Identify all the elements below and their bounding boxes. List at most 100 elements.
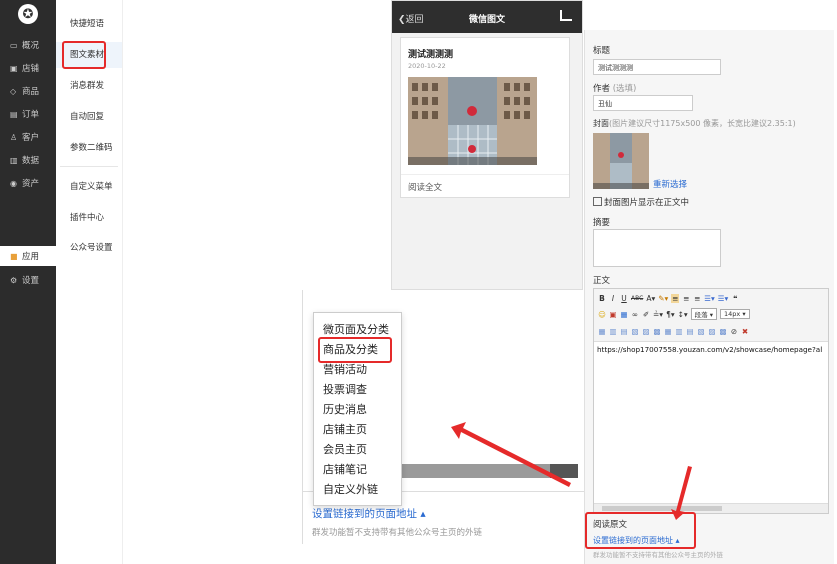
- table-icon[interactable]: ▤: [686, 327, 694, 336]
- line-height-button[interactable]: ≟▾: [653, 310, 663, 319]
- table-icon[interactable]: ▦: [664, 327, 672, 336]
- table-icon[interactable]: ▨: [708, 327, 716, 336]
- menu-item-micropage[interactable]: 微页面及分类: [323, 321, 389, 337]
- eraser-icon[interactable]: ✐: [642, 310, 650, 319]
- numbered-list-button[interactable]: ☰▾: [718, 294, 729, 303]
- title-input[interactable]: 测试测测测: [593, 59, 721, 75]
- sidebar-item-data[interactable]: ▥ 数据: [0, 150, 56, 170]
- body-label: 正文: [593, 276, 611, 286]
- close-icon[interactable]: ✖: [741, 327, 749, 336]
- table-icon[interactable]: ▩: [653, 327, 661, 336]
- menu-item-marketing[interactable]: 营销活动: [323, 361, 367, 377]
- menu-item-member-home[interactable]: 会员主页: [323, 441, 367, 457]
- subnav-item-mass-send[interactable]: 消息群发: [56, 79, 122, 91]
- paragraph-spacing-button[interactable]: ¶▾: [666, 310, 675, 319]
- menu-item-shop-notes[interactable]: 店铺笔记: [323, 461, 367, 477]
- image-icon[interactable]: ▣: [609, 310, 617, 319]
- menu-item-custom-link[interactable]: 自定义外链: [323, 481, 378, 497]
- shop-logo-icon[interactable]: ✪: [18, 4, 38, 24]
- abstract-textarea[interactable]: [593, 229, 721, 267]
- subnav-item-param-qrcode[interactable]: 参数二维码: [56, 141, 122, 153]
- table-icon[interactable]: ▧: [697, 327, 705, 336]
- phone-title-bar: ❮返回 微信图文: [392, 1, 582, 33]
- share-icon[interactable]: [560, 10, 572, 21]
- editor-body-text[interactable]: https://shop17007558.youzan.com/v2/showc…: [597, 345, 822, 354]
- align-center-button[interactable]: ≡: [682, 294, 690, 303]
- table-icon[interactable]: ▨: [642, 327, 650, 336]
- sidebar-item-goods[interactable]: ◇ 商品: [0, 81, 56, 101]
- table-icon[interactable]: ▥: [675, 327, 683, 336]
- table-icon[interactable]: ▥: [609, 327, 617, 336]
- editor-toolbar: B I U ABC A▾ ✎▾ ≡ ≡ ≡ ☰▾ ☰▾ ❝ ☺ ▣ ▦ ∞ ✐ …: [594, 289, 828, 342]
- align-left-button[interactable]: ≡: [671, 293, 680, 303]
- table-icon[interactable]: ▦: [598, 327, 606, 336]
- zoomed-set-link-address-toggle[interactable]: 设置链接到的页面地址 ▴: [312, 506, 426, 521]
- menu-item-vote[interactable]: 投票调查: [323, 381, 367, 397]
- sidebar-item-shop[interactable]: ▣ 店铺: [0, 58, 56, 78]
- sidebar-item-label: 订单: [22, 110, 40, 120]
- author-label: 作者 (选填): [593, 82, 636, 94]
- bullet-list-button[interactable]: ☰▾: [704, 294, 715, 303]
- paragraph-select[interactable]: 段落 ▾: [690, 308, 718, 320]
- article-read-more[interactable]: 阅读全文: [408, 181, 442, 193]
- article-card[interactable]: 测试测测测 2020-10-22 阅读全文: [400, 37, 570, 198]
- subnav-item-auto-reply[interactable]: 自动回复: [56, 110, 122, 122]
- link-note-text: 群发功能暂不支持带有其他公众号主页的外链: [593, 551, 723, 559]
- highlight-color-button[interactable]: ✎▾: [658, 294, 668, 303]
- cover-thumbnail[interactable]: [593, 133, 649, 189]
- video-icon[interactable]: ▦: [620, 310, 628, 319]
- cover-size-hint: (图片建议尺寸1175x500 像素，长宽比建议2.35:1): [609, 119, 796, 128]
- coin-icon: ◉: [10, 178, 17, 188]
- font-size-select-value: 14px: [724, 310, 741, 318]
- article-card-title: 测试测测测: [408, 50, 454, 60]
- cover-show-in-body-checkbox[interactable]: 封面图片显示在正文中: [593, 196, 689, 208]
- indent-button[interactable]: ↕▾: [678, 310, 688, 319]
- phone-preview: ❮返回 微信图文 测试测测测 2020-10-22 阅读全文: [391, 0, 583, 290]
- sidebar-item-label: 概况: [22, 41, 40, 51]
- sidebar-item-label: 商品: [22, 87, 40, 97]
- underline-button[interactable]: U: [620, 294, 628, 303]
- highlight-box-read-original: [585, 512, 696, 549]
- article-editor-panel: 标题 测试测测测 作者 (选填) 丑仙 封面(图片建议尺寸1175x500 像素…: [584, 30, 834, 564]
- checkbox-icon: [593, 197, 602, 206]
- table-icon[interactable]: ▩: [719, 327, 727, 336]
- font-size-select[interactable]: 14px ▾: [720, 309, 750, 319]
- author-input[interactable]: 丑仙: [593, 95, 693, 111]
- sidebar-item-settings[interactable]: ⚙ 设置: [0, 270, 56, 290]
- rich-text-editor[interactable]: B I U ABC A▾ ✎▾ ≡ ≡ ≡ ☰▾ ☰▾ ❝ ☺ ▣ ▦ ∞ ✐ …: [593, 288, 829, 514]
- sidebar-item-orders[interactable]: ▤ 订单: [0, 104, 56, 124]
- article-cover-image: [408, 77, 537, 165]
- italic-button[interactable]: I: [609, 294, 617, 303]
- sidebar-item-overview[interactable]: ▭ 概况: [0, 35, 56, 55]
- abstract-label: 摘要: [593, 218, 611, 228]
- highlight-box-goods: [318, 337, 392, 363]
- gear-icon: ⚙: [10, 275, 18, 285]
- table-icon[interactable]: ▤: [620, 327, 628, 336]
- scrollbar-thumb[interactable]: [602, 506, 722, 511]
- menu-item-history[interactable]: 历史消息: [323, 401, 367, 417]
- bold-button[interactable]: B: [598, 294, 606, 303]
- cover-reselect-link[interactable]: 重新选择: [653, 178, 687, 190]
- align-right-button[interactable]: ≡: [693, 294, 701, 303]
- order-icon: ▤: [10, 109, 18, 119]
- sidebar-item-label: 设置: [22, 276, 40, 286]
- main-sidebar: ✪ ▭ 概况 ▣ 店铺 ◇ 商品 ▤ 订单 ♙ 客户 ▥ 数据 ◉ 资产 ■ 应用 ⚙ 设置: [0, 0, 56, 564]
- table-icon[interactable]: ▧: [631, 327, 639, 336]
- zoomed-link-setting-panel: 设置链接到的页面地址 ▴ 群发功能暂不支持带有其他公众号主页的外链: [234, 290, 584, 544]
- subnav-item-quick-phrases[interactable]: 快捷短语: [56, 17, 122, 29]
- bar-chart-icon: ▥: [10, 155, 18, 165]
- subnav-item-account-settings[interactable]: 公众号设置: [56, 241, 122, 253]
- blockquote-button[interactable]: ❝: [731, 294, 739, 303]
- clear-format-icon[interactable]: ⊘: [730, 327, 738, 336]
- menu-item-shop-home[interactable]: 店铺主页: [323, 421, 367, 437]
- font-color-button[interactable]: A▾: [646, 294, 655, 303]
- emoji-icon[interactable]: ☺: [598, 310, 606, 319]
- subnav-item-plugin-center[interactable]: 插件中心: [56, 211, 122, 223]
- sidebar-item-customers[interactable]: ♙ 客户: [0, 127, 56, 147]
- sidebar-item-assets[interactable]: ◉ 资产: [0, 173, 56, 193]
- cover-show-in-body-label: 封面图片显示在正文中: [604, 198, 690, 208]
- subnav-item-custom-menu[interactable]: 自定义菜单: [56, 180, 122, 192]
- strikethrough-button[interactable]: ABC: [631, 295, 643, 302]
- link-icon[interactable]: ∞: [631, 310, 639, 319]
- sidebar-item-apps[interactable]: ■ 应用: [0, 246, 56, 266]
